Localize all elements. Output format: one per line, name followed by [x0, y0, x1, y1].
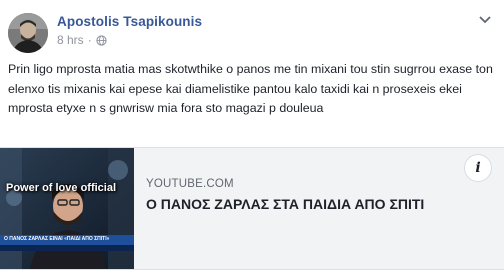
globe-icon — [96, 34, 107, 46]
link-source-domain: YOUTUBE.COM — [146, 178, 234, 190]
thumbnail-caption: Ο ΠΑΝΟΣ ΖΑΡΛΑΣ ΕΙΝΑΙ «ΠΑΙΔΙ ΑΠΟ ΣΠΙΤΙ» — [4, 236, 110, 242]
link-preview-text[interactable]: i YOUTUBE.COM Ο ΠΑΝΟΣ ΖΑΡΛΑΣ ΣΤΑ ΠΑΙΔΙΑ … — [134, 148, 504, 270]
post-time[interactable]: 8 hrs — [57, 33, 84, 47]
thumbnail-image — [0, 148, 134, 270]
avatar[interactable] — [8, 13, 48, 53]
post-meta: 8 hrs · — [57, 33, 107, 47]
post-text: Prin ligo mprosta matia mas skotwthike o… — [8, 62, 493, 115]
divider — [0, 269, 504, 270]
facebook-post: Apostolis Tsapikounis 8 hrs · Prin ligo … — [0, 0, 504, 276]
author-name[interactable]: Apostolis Tsapikounis — [57, 14, 202, 29]
info-icon[interactable]: i — [464, 154, 492, 182]
video-thumbnail[interactable]: Power of love official Ο ΠΑΝΟΣ ΖΑΡΛΑΣ ΕΙ… — [0, 148, 134, 270]
link-preview-card[interactable]: Power of love official Ο ΠΑΝΟΣ ΖΑΡΛΑΣ ΕΙ… — [0, 147, 504, 270]
link-title[interactable]: Ο ΠΑΝΟΣ ΖΑΡΛΑΣ ΣΤΑ ΠΑΙΔΙΑ ΑΠΟ ΣΠΙΤΙ — [146, 196, 486, 212]
meta-separator: · — [87, 33, 92, 47]
thumbnail-overlay-text: Power of love official — [6, 182, 117, 194]
avatar-photo — [8, 13, 48, 53]
chevron-down-icon[interactable] — [479, 16, 491, 24]
